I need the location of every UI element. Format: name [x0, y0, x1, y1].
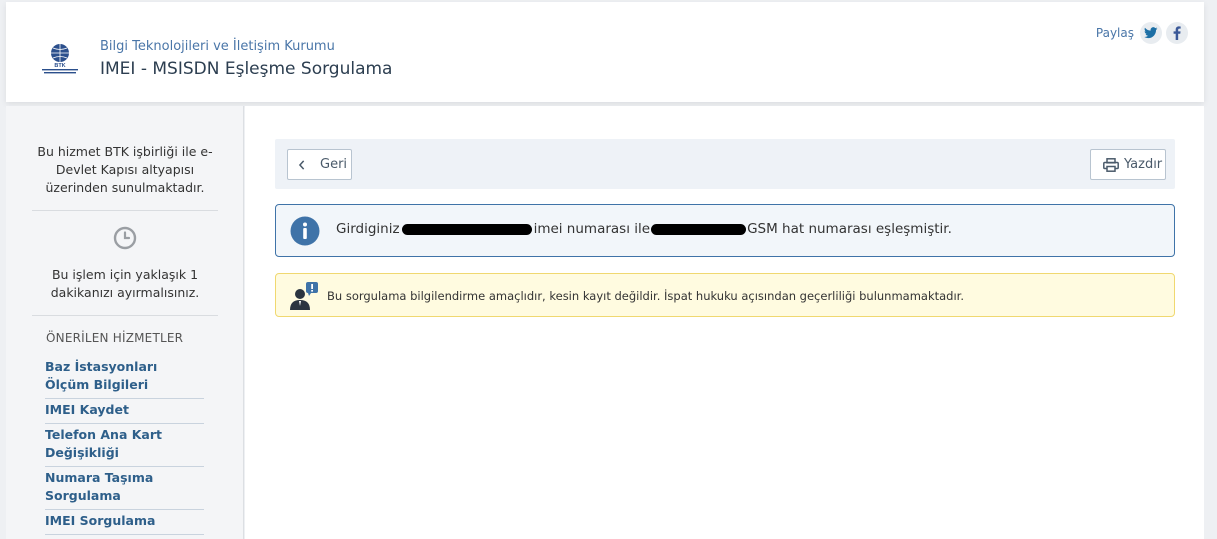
back-button[interactable]: Geri	[287, 149, 352, 180]
recommended-link-imei-sorgulama[interactable]: IMEI Sorgulama	[45, 512, 204, 530]
logo-text: BTK	[54, 63, 65, 69]
time-estimate-note: Bu işlem için yaklaşık 1 dakikanızı ayır…	[50, 267, 200, 300]
result-prefix: Girdiginiz	[336, 221, 400, 237]
info-icon	[290, 216, 320, 246]
list-item: Baz İstasyonları Ölçüm Bilgileri	[45, 356, 204, 399]
list-item: Telefon Ana Kart Değişikliği	[45, 424, 204, 467]
share-bar: Paylaş	[1096, 22, 1188, 44]
disclaimer-alert: Bu sorgulama bilgilendirme amaçlıdır, ke…	[275, 273, 1175, 317]
print-button-label: Yazdır	[1124, 157, 1163, 172]
printer-icon	[1103, 157, 1119, 172]
share-label: Paylaş	[1095, 26, 1134, 40]
list-item: Numara Taşıma Sorgulama	[45, 467, 204, 510]
partner-note: Bu hizmet BTK işbirliği ile e-Devlet Kap…	[37, 144, 213, 195]
list-item: IMEI Sorgulama	[45, 510, 204, 535]
result-suffix: GSM hat numarası eşleşmiştir.	[747, 221, 952, 237]
twitter-share-button[interactable]	[1140, 22, 1162, 44]
back-button-label: Geri	[320, 157, 348, 172]
recommended-link-numara-tasima[interactable]: Numara Taşıma Sorgulama	[45, 469, 204, 505]
action-toolbar: Geri Yazdır	[275, 139, 1175, 189]
disclaimer-text: Bu sorgulama bilgilendirme amaçlıdır, ke…	[327, 289, 965, 303]
redacted-imei	[401, 223, 532, 235]
twitter-icon	[1144, 27, 1158, 39]
page-title: IMEI - MSISDN Eşleşme Sorgulama	[100, 59, 393, 79]
result-alert: Girdiginiz imei numarası ile GSM hat num…	[275, 204, 1175, 257]
recommended-services-list: Baz İstasyonları Ölçüm Bilgileri IMEI Ka…	[45, 356, 204, 535]
redacted-gsm-number	[651, 223, 747, 235]
facebook-share-button[interactable]	[1166, 22, 1188, 44]
btk-logo-icon[interactable]: BTK	[38, 42, 82, 76]
clock-icon	[113, 226, 137, 250]
sidebar-divider	[32, 315, 218, 316]
page-header: BTK Bilgi Teknolojileri ve İletişim Kuru…	[6, 2, 1204, 102]
facebook-icon	[1173, 26, 1181, 40]
user-alert-icon	[290, 282, 318, 310]
result-middle: imei numarası ile	[533, 221, 651, 237]
recommended-link-baz-istasyonlari[interactable]: Baz İstasyonları Ölçüm Bilgileri	[45, 358, 204, 394]
recommended-services-title: ÖNERİLEN HİZMETLER	[46, 331, 184, 345]
main-content: Geri Yazdır Girdiginiz imei numarası ile…	[245, 106, 1204, 539]
recommended-link-imei-kaydet[interactable]: IMEI Kaydet	[45, 401, 204, 419]
list-item: IMEI Kaydet	[45, 399, 204, 424]
sidebar: Bu hizmet BTK işbirliği ile e-Devlet Kap…	[6, 106, 244, 539]
result-message: Girdiginiz imei numarası ile GSM hat num…	[336, 221, 952, 237]
recommended-link-ana-kart[interactable]: Telefon Ana Kart Değişikliği	[45, 426, 204, 462]
org-name: Bilgi Teknolojileri ve İletişim Kurumu	[100, 39, 335, 54]
print-button[interactable]: Yazdır	[1090, 149, 1166, 180]
chevron-left-icon	[298, 159, 305, 170]
sidebar-divider	[32, 210, 218, 211]
